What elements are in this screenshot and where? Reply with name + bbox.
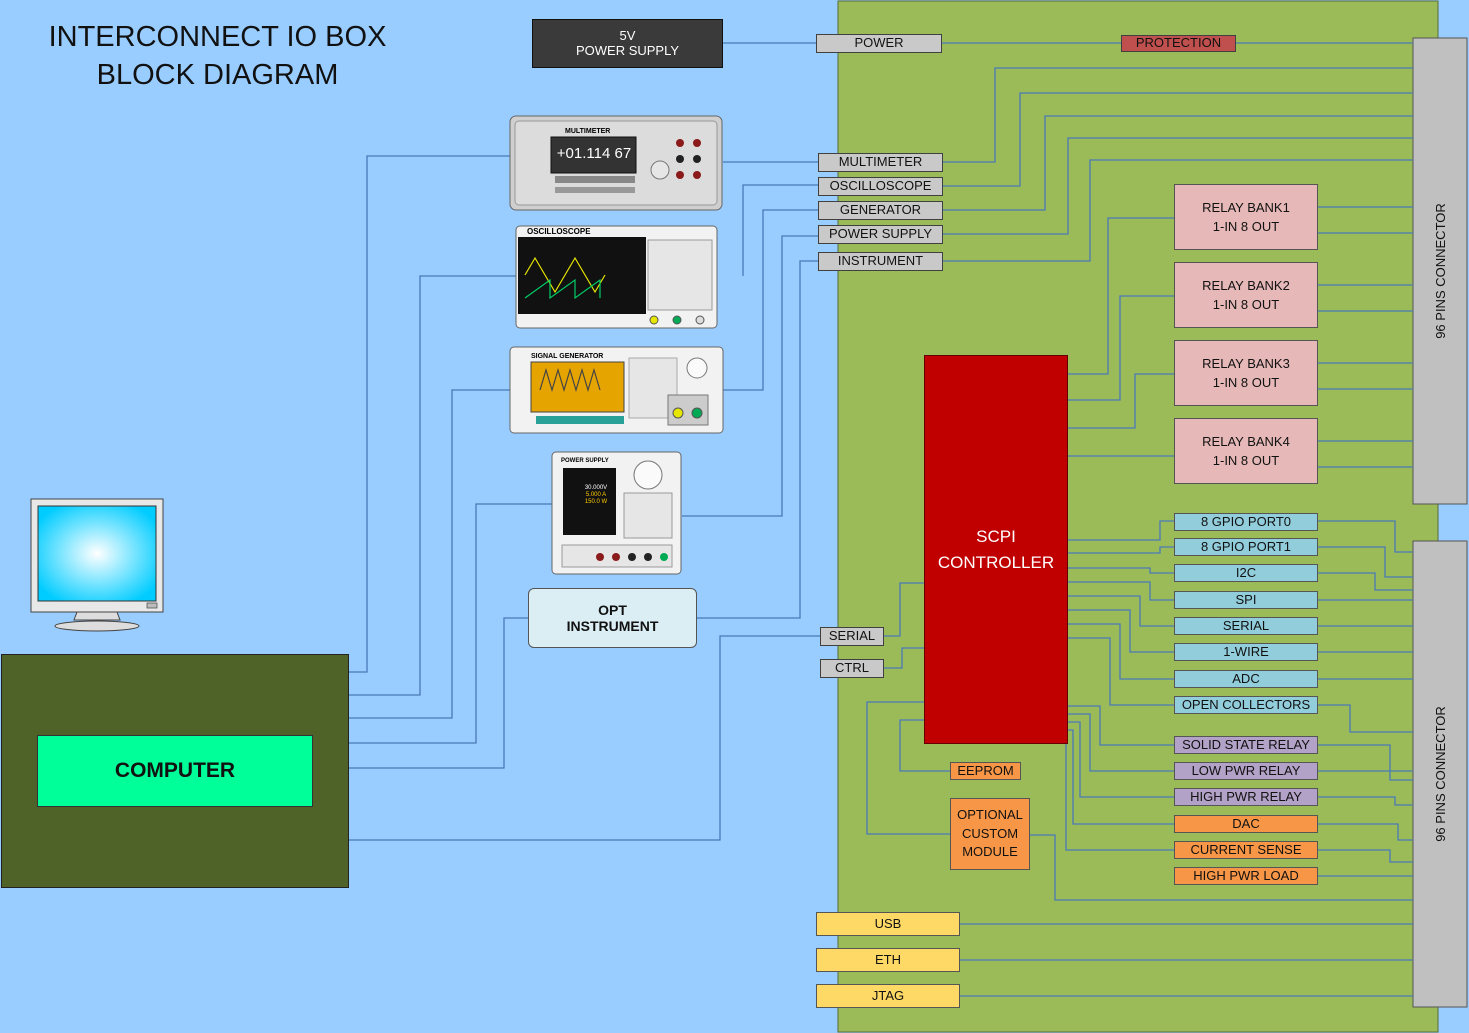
relay-bank-4: RELAY BANK4 1-IN 8 OUT	[1174, 418, 1318, 484]
supply-5v: 5V POWER SUPPLY	[532, 19, 723, 68]
connector-bottom-label: 96 PINS CONNECTOR	[1433, 706, 1448, 842]
io-spi: SPI	[1174, 591, 1318, 609]
oscilloscope-device: OSCILLOSCOPE	[515, 225, 718, 329]
siggen-title: SIGNAL GENERATOR	[531, 353, 603, 360]
output-dac: DAC	[1174, 815, 1318, 833]
relay-solid-state: SOLID STATE RELAY	[1174, 736, 1318, 754]
multimeter-label: MULTIMETER	[818, 153, 943, 172]
io-gpio-port1: 8 GPIO PORT1	[1174, 538, 1318, 556]
ctrl-label: CTRL	[820, 659, 884, 678]
monitor-icon	[30, 498, 164, 632]
relay-low-pwr: LOW PWR RELAY	[1174, 762, 1318, 780]
output-high-pwr-load: HIGH PWR LOAD	[1174, 867, 1318, 885]
computer-label: COMPUTER	[37, 735, 313, 807]
title-line1: INTERCONNECT IO BOX	[48, 21, 387, 53]
io-adc: ADC	[1174, 670, 1318, 688]
power-label: POWER	[816, 34, 942, 53]
opt-instrument: OPT INSTRUMENT	[528, 588, 697, 648]
psu-current: 5.000 A	[586, 492, 606, 498]
relay-high-pwr: HIGH PWR RELAY	[1174, 788, 1318, 806]
scpi-controller: SCPI CONTROLLER	[924, 355, 1068, 744]
eeprom: EEPROM	[950, 762, 1021, 780]
protection-label: PROTECTION	[1121, 35, 1236, 52]
title-line2: BLOCK DIAGRAM	[96, 59, 339, 91]
io-serial: SERIAL	[1174, 617, 1318, 635]
psu-power: 150.0 W	[585, 499, 608, 505]
io-i2c: I2C	[1174, 564, 1318, 582]
power-supply-device: POWER SUPPLY 30.000V 5.000 A 150.0 W	[551, 451, 682, 575]
power-supply-label: POWER SUPPLY	[818, 225, 943, 244]
interface-eth: ETH	[816, 948, 960, 972]
io-1-wire: 1-WIRE	[1174, 643, 1318, 661]
io-gpio-port0: 8 GPIO PORT0	[1174, 513, 1318, 531]
psu-title: POWER SUPPLY	[561, 458, 609, 464]
optional-module: OPTIONAL CUSTOM MODULE	[950, 798, 1030, 870]
dmm-reading: +01.114 67	[557, 145, 631, 162]
serial-label: SERIAL	[820, 627, 884, 646]
connector-top-label: 96 PINS CONNECTOR	[1433, 203, 1448, 339]
relay-bank-2: RELAY BANK2 1-IN 8 OUT	[1174, 262, 1318, 328]
signal-generator-device: SIGNAL GENERATOR	[509, 346, 724, 434]
computer-case: COMPUTER	[1, 654, 349, 888]
psu-voltage: 30.000V	[585, 485, 607, 491]
dmm-title: MULTIMETER	[565, 128, 610, 135]
interface-usb: USB	[816, 912, 960, 936]
scope-title: OSCILLOSCOPE	[527, 227, 591, 236]
instrument-label: INSTRUMENT	[818, 252, 943, 271]
oscilloscope-label: OSCILLOSCOPE	[818, 177, 943, 196]
multimeter-device: MULTIMETER +01.114 67	[509, 115, 723, 211]
interface-jtag: JTAG	[816, 984, 960, 1008]
generator-label: GENERATOR	[818, 201, 943, 220]
output-current-sense: CURRENT SENSE	[1174, 841, 1318, 859]
relay-bank-1: RELAY BANK1 1-IN 8 OUT	[1174, 184, 1318, 250]
io-open-collectors: OPEN COLLECTORS	[1174, 696, 1318, 714]
relay-bank-3: RELAY BANK3 1-IN 8 OUT	[1174, 340, 1318, 406]
